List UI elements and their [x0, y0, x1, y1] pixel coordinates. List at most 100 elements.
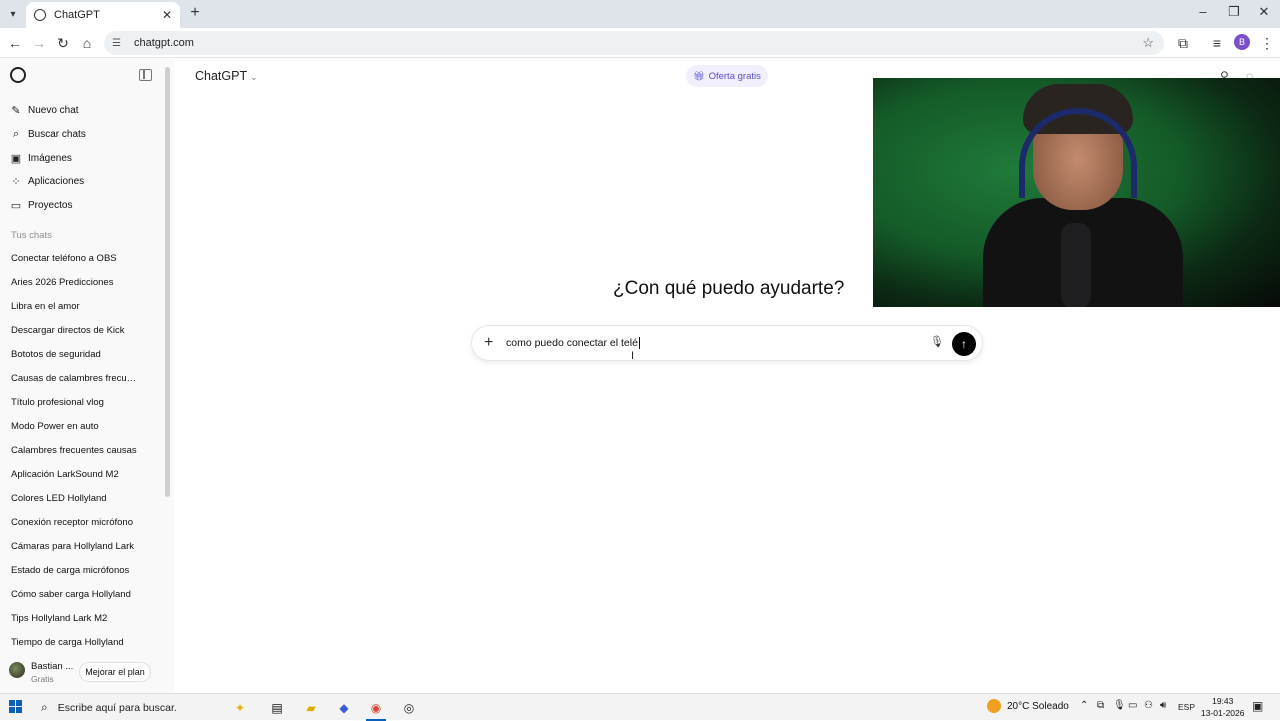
images-label: Imágenes — [28, 152, 72, 164]
bookmark-star-icon[interactable]: ☆ — [1142, 35, 1154, 51]
chatgpt-logo-icon[interactable] — [10, 67, 26, 83]
page-headline: ¿Con qué puedo ayudarte? — [613, 278, 845, 299]
notification-icon[interactable]: ▣ — [1252, 699, 1263, 713]
address-bar[interactable]: ☰ chatgpt.com ☆ — [104, 31, 1164, 55]
chrome-icon[interactable]: ◉ — [365, 697, 387, 719]
clock-date: 13-01-2026 — [1201, 708, 1245, 718]
new-tab-button[interactable]: + — [187, 4, 203, 22]
restore-window-button[interactable]: ❐ — [1224, 4, 1244, 20]
user-avatar[interactable] — [9, 662, 25, 678]
projects-label: Proyectos — [28, 199, 73, 211]
taskbar-search-box[interactable]: ⌕ Escribe aquí para buscar. ✦ — [33, 695, 251, 720]
weather-text: 20°C Soleado — [1007, 700, 1069, 712]
ibeam-cursor-icon: I — [631, 350, 635, 362]
chat-history-item[interactable]: Bototos de seguridad — [11, 349, 161, 360]
tab-search-dropdown-icon[interactable]: ▾ — [4, 5, 22, 23]
tray-device-icon[interactable]: ⧉ — [1097, 700, 1104, 711]
windows-start-icon[interactable] — [9, 700, 23, 714]
chat-history-item[interactable]: Conectar teléfono a OBS — [11, 253, 161, 264]
browser-toolbar: ← → ↻ ⌂ ☰ chatgpt.com ☆ ⧉ ≡ B ⋮ — [0, 28, 1280, 58]
chat-history-item[interactable]: Aries 2026 Predicciones — [11, 277, 161, 288]
chat-history-item[interactable]: Aplicación LarkSound M2 — [11, 469, 161, 480]
windows-taskbar: ⌕ Escribe aquí para buscar. ✦ ▤ ▰ ◆ ◉ ◎ … — [0, 693, 1280, 721]
chat-history-item[interactable]: Título profesional vlog — [11, 397, 161, 408]
url-text: chatgpt.com — [134, 37, 194, 49]
taskbar-clock[interactable]: 19:43 13-01-2026 — [1201, 695, 1244, 719]
chatgpt-favicon-icon — [34, 9, 46, 21]
tray-network-icon[interactable]: ⚇ — [1144, 700, 1153, 711]
home-button[interactable]: ⌂ — [78, 34, 96, 52]
projects-button[interactable]: ▭ Proyectos — [10, 195, 73, 215]
chat-history-item[interactable]: Modo Power en auto — [11, 421, 161, 432]
tray-volume-icon[interactable]: 🔊︎ — [1160, 700, 1166, 711]
task-view-icon[interactable]: ▤ — [266, 697, 288, 719]
webcam-microphone — [1061, 223, 1091, 307]
apps-icon: ⁘ — [11, 175, 21, 188]
chat-history-item[interactable]: Cámaras para Hollyland Lark — [11, 541, 137, 552]
browser-menu-icon[interactable]: ⋮ — [1258, 34, 1276, 52]
close-tab-icon[interactable]: ✕ — [162, 8, 172, 22]
tray-microphone-icon[interactable]: 🎙︎ — [1113, 700, 1126, 711]
language-indicator[interactable]: ESP — [1178, 702, 1195, 712]
search-icon: ⌕ — [12, 127, 20, 140]
weather-widget[interactable]: 20°C Soleado — [987, 699, 1069, 713]
chat-history-item[interactable]: Cómo saber carga Hollyland — [11, 589, 161, 600]
apps-label: Aplicaciones — [28, 175, 85, 187]
chat-history-item[interactable]: Libra en el amor — [11, 301, 161, 312]
sun-icon — [987, 699, 1001, 713]
chat-history-item[interactable]: Colores LED Hollyland — [11, 493, 161, 504]
model-selector[interactable]: ChatGPT ⌄ — [195, 69, 258, 83]
user-name: Bastian ... — [31, 661, 74, 672]
sidebar-user-footer[interactable]: Bastian ... Gratis Mejorar el plan — [0, 654, 174, 690]
chat-history-item[interactable]: Causas de calambres frecuentes — [11, 373, 139, 384]
new-chat-button[interactable]: ✎ Nuevo chat — [10, 100, 78, 120]
taskbar-search-placeholder: Escribe aquí para buscar. — [57, 701, 177, 714]
chats-section-title: Tus chats — [11, 230, 52, 241]
send-button[interactable]: ↑ — [952, 332, 976, 356]
extensions-icon[interactable]: ⧉ — [1174, 34, 1192, 52]
folder-icon: ▭ — [10, 199, 22, 212]
chat-history-item[interactable]: Estado de carga micrófonos — [11, 565, 161, 576]
browser-tab-chatgpt[interactable]: ChatGPT ✕ — [26, 2, 180, 28]
offer-label: Oferta gratis — [708, 70, 761, 82]
sidebar: ✎ Nuevo chat ⌕ Buscar chats ▣ Imágenes ⁘… — [0, 59, 174, 693]
sidebar-scrollbar[interactable] — [165, 67, 170, 497]
message-composer[interactable]: + como puedo conectar el telé 🎙︎ ↑ — [471, 325, 983, 361]
message-input-text: como puedo conectar el telé — [506, 337, 638, 349]
text-caret — [638, 337, 640, 350]
sidebar-toggle-icon[interactable] — [139, 69, 152, 81]
back-button[interactable]: ← — [6, 34, 24, 52]
site-info-icon[interactable]: ☰ — [112, 38, 124, 49]
search-chats-button[interactable]: ⌕ Buscar chats — [10, 124, 86, 144]
microphone-icon[interactable]: 🎙︎ — [930, 335, 944, 348]
file-explorer-icon[interactable]: ▰ — [300, 697, 322, 719]
gift-icon: 🎁︎ — [693, 70, 705, 81]
model-label: ChatGPT — [195, 69, 248, 83]
search-chats-label: Buscar chats — [28, 128, 86, 140]
tray-battery-icon[interactable]: ▭ — [1128, 700, 1137, 711]
upgrade-plan-button[interactable]: Mejorar el plan — [79, 662, 151, 682]
images-button[interactable]: ▣ Imágenes — [10, 148, 72, 168]
media-control-icon[interactable]: ≡ — [1208, 34, 1226, 52]
tray-chevron-up-icon[interactable]: ⌃ — [1080, 700, 1088, 711]
forward-button[interactable]: → — [30, 34, 48, 52]
close-window-button[interactable]: ✕ — [1254, 4, 1274, 20]
edit-icon: ✎ — [11, 104, 21, 117]
message-input[interactable]: como puedo conectar el telé — [506, 337, 640, 350]
tab-title: ChatGPT — [54, 9, 100, 21]
browser-tab-bar: ▾ ChatGPT ✕ + – ❐ ✕ — [0, 0, 1280, 28]
reload-button[interactable]: ↻ — [54, 34, 72, 52]
chat-history-item[interactable]: Descargar directos de Kick — [11, 325, 161, 336]
chat-history-item[interactable]: Calambres frecuentes causas — [11, 445, 139, 456]
app-icon[interactable]: ◆ — [333, 697, 355, 719]
chat-history-item[interactable]: Tips Hollyland Lark M2 — [11, 613, 161, 624]
add-attachment-icon[interactable]: + — [484, 334, 493, 352]
apps-button[interactable]: ⁘ Aplicaciones — [10, 171, 84, 191]
chat-history-item[interactable]: Tiempo de carga Hollyland — [11, 637, 161, 648]
chat-history-item[interactable]: Conexión receptor micrófono — [11, 517, 137, 528]
search-icon: ⌕ — [41, 700, 48, 714]
profile-avatar[interactable]: B — [1234, 34, 1250, 50]
free-offer-button[interactable]: 🎁︎ Oferta gratis — [686, 65, 768, 87]
obs-icon[interactable]: ◎ — [398, 697, 420, 719]
minimize-window-button[interactable]: – — [1193, 4, 1213, 19]
